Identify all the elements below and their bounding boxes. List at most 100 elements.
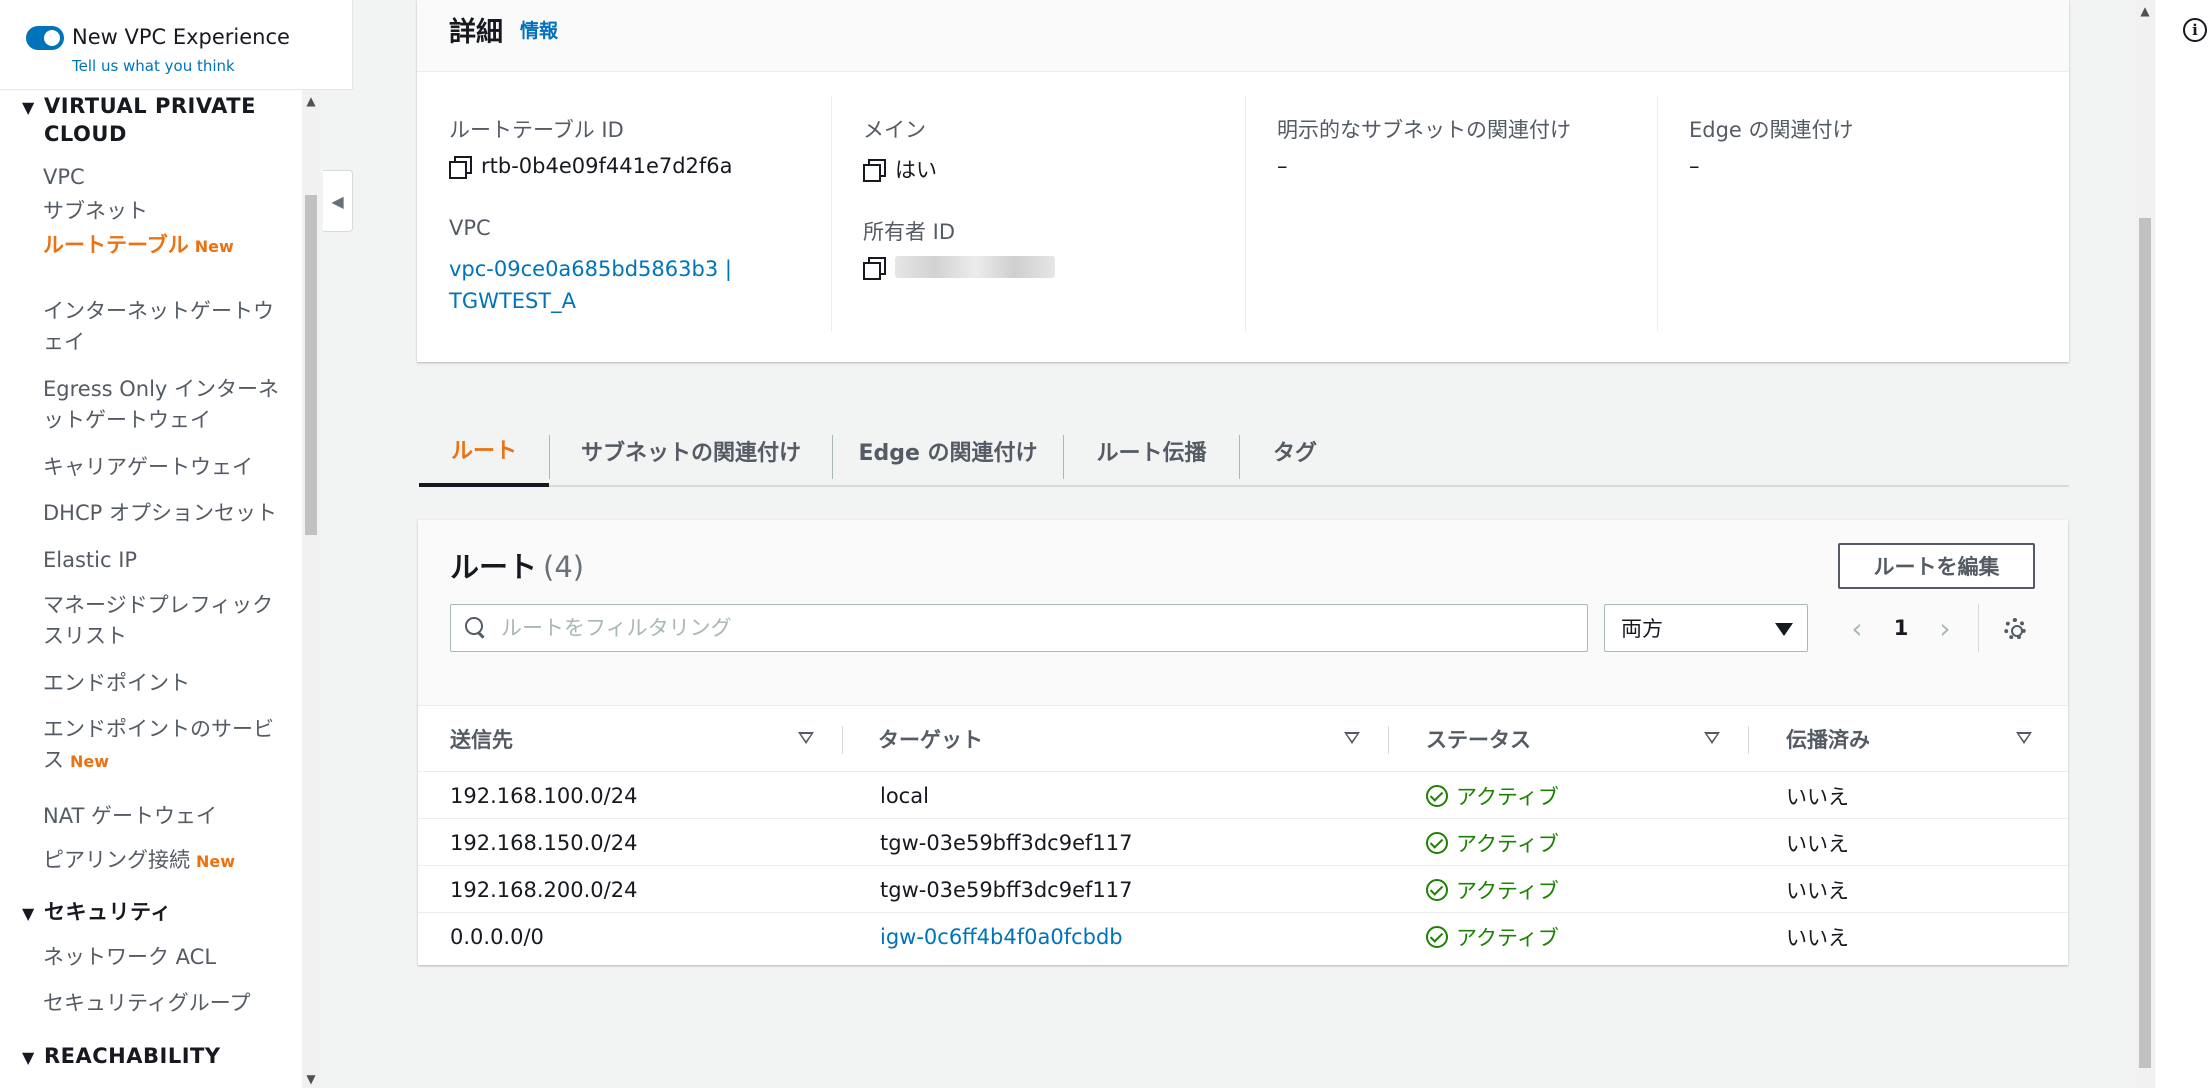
column-divider: [1245, 96, 1246, 331]
nav-item-nat-gateways[interactable]: NAT ゲートウェイ: [43, 801, 298, 832]
nav-item-elastic-ip[interactable]: Elastic IP: [43, 545, 298, 576]
route-status: アクティブ: [1426, 819, 1559, 866]
collapse-sidebar-button[interactable]: ◀: [323, 170, 353, 232]
edge-associations-value: –: [1689, 154, 1700, 178]
scroll-up-arrow-icon[interactable]: ▲: [302, 94, 320, 108]
route-destination: 0.0.0.0/0: [450, 924, 544, 949]
sidebar: New VPC Experience Tell us what you thin…: [0, 0, 353, 1088]
routes-title: ルート (4): [450, 550, 585, 584]
route-target: local: [880, 783, 929, 808]
route-status: アクティブ: [1426, 866, 1559, 913]
vpc-label: VPC: [449, 216, 491, 240]
route-table-id-value: rtb-0b4e09f441e7d2f6a: [449, 154, 733, 179]
pagination-divider: [1978, 604, 1979, 652]
main-label: メイン: [863, 118, 926, 142]
nav-item-endpoints[interactable]: エンドポイント: [43, 668, 298, 699]
routes-count: (4): [543, 550, 585, 584]
sort-icon[interactable]: [798, 732, 814, 744]
tab-tags[interactable]: タグ: [1240, 415, 1350, 487]
column-header-target[interactable]: ターゲット: [878, 706, 983, 772]
route-destination: 192.168.100.0/24: [450, 783, 638, 808]
caret-down-icon: ▼: [22, 904, 35, 923]
route-status: アクティブ: [1426, 772, 1559, 819]
nav-item-dhcp-options[interactable]: DHCP オプションセット: [43, 498, 298, 529]
vpc-link[interactable]: vpc-09ce0a685bd5863b3 | TGWTEST_A: [449, 253, 732, 317]
nav-item-label: ピアリング接続: [43, 848, 190, 872]
route-target: tgw-03e59bff3dc9ef117: [880, 877, 1133, 902]
caret-left-icon: ◀: [331, 191, 344, 211]
route-target-link[interactable]: igw-0c6ff4b4f0a0fcbdb: [880, 913, 1123, 960]
main-scrollbar[interactable]: ▲: [2136, 0, 2154, 1088]
route-filter-input[interactable]: [501, 605, 1581, 651]
explicit-subnet-associations-label: 明示的なサブネットの関連付け: [1277, 118, 1571, 142]
explicit-subnet-associations-value: –: [1277, 154, 1288, 178]
details-header: 詳細 情報: [417, 0, 2069, 72]
column-header-destination[interactable]: 送信先: [450, 706, 513, 772]
caret-down-icon: ▼: [22, 1048, 35, 1067]
copy-icon[interactable]: [863, 159, 886, 182]
edit-routes-button[interactable]: ルートを編集: [1838, 543, 2035, 589]
column-divider: [1388, 726, 1389, 754]
route-filter: [450, 604, 1588, 652]
next-page-button[interactable]: ›: [1930, 606, 1960, 650]
main-scroll-thumb[interactable]: [2139, 218, 2151, 1068]
sidebar-scrollbar[interactable]: ▲ ▼: [302, 90, 320, 1088]
nav-section-vpc[interactable]: ▼ VIRTUAL PRIVATE CLOUD: [22, 92, 292, 148]
nav-item-network-acls[interactable]: ネットワーク ACL: [43, 942, 298, 973]
current-page-number[interactable]: 1: [1886, 606, 1916, 650]
table-row: 0.0.0.0/0 igw-0c6ff4b4f0a0fcbdb アクティブ いい…: [418, 913, 2068, 960]
copy-icon[interactable]: [863, 257, 886, 280]
info-icon[interactable]: i: [2183, 18, 2207, 42]
info-link[interactable]: 情報: [520, 16, 558, 43]
tab-subnet-associations[interactable]: サブネットの関連付け: [550, 415, 832, 487]
route-propagated: いいえ: [1786, 784, 1849, 809]
column-divider: [1657, 96, 1658, 331]
sort-icon[interactable]: [1704, 732, 1720, 744]
copy-icon[interactable]: [449, 156, 472, 179]
tab-edge-associations[interactable]: Edge の関連付け: [833, 415, 1063, 487]
new-badge: New: [194, 237, 234, 256]
scroll-up-arrow-icon[interactable]: ▲: [2136, 4, 2154, 18]
tab-route-propagation[interactable]: ルート伝播: [1064, 415, 1239, 487]
nav-item-vpc[interactable]: VPC: [43, 162, 298, 193]
previous-page-button[interactable]: ‹: [1842, 606, 1872, 650]
check-circle-icon: [1426, 878, 1448, 901]
new-vpc-experience-toggle[interactable]: [26, 26, 64, 50]
scroll-down-arrow-icon[interactable]: ▼: [302, 1072, 320, 1086]
tab-routes[interactable]: ルート: [419, 415, 549, 487]
gear-icon[interactable]: [2004, 618, 2026, 640]
table-header: 送信先 ターゲット ステータス 伝播済み: [418, 706, 2068, 772]
owner-id-value: [863, 256, 1055, 280]
owner-id-label: 所有者 ID: [863, 220, 956, 244]
sidebar-scroll-thumb[interactable]: [305, 195, 317, 535]
nav-item-internet-gateways[interactable]: インターネットゲートウェイ: [43, 296, 293, 358]
check-circle-icon: [1426, 831, 1448, 854]
column-divider: [842, 726, 843, 754]
nav-item-managed-prefix-lists[interactable]: マネージドプレフィックスリスト: [43, 590, 293, 652]
nav-item-carrier-gateways[interactable]: キャリアゲートウェイ: [43, 452, 298, 483]
nav-item-security-groups[interactable]: セキュリティグループ: [43, 988, 298, 1019]
column-header-propagated[interactable]: 伝播済み: [1786, 706, 1870, 772]
route-scope-select[interactable]: 両方: [1604, 604, 1808, 652]
help-panel-rail: [2154, 0, 2211, 1088]
sort-icon[interactable]: [1344, 732, 1360, 744]
nav-item-egress-only-igw[interactable]: Egress Only インターネットゲートウェイ: [43, 374, 298, 436]
table-row: 192.168.200.0/24 tgw-03e59bff3dc9ef117 ア…: [418, 866, 2068, 913]
nav-section-reachability[interactable]: ▼ REACHABILITY: [22, 1042, 221, 1072]
new-badge: New: [70, 752, 110, 771]
route-destination: 192.168.200.0/24: [450, 877, 638, 902]
nav-item-label: ルートテーブル: [43, 233, 189, 257]
nav-item-peering-connections[interactable]: ピアリング接続 New: [43, 845, 298, 877]
nav-section-security[interactable]: ▼ セキュリティ: [22, 898, 172, 928]
column-header-status[interactable]: ステータス: [1426, 706, 1531, 772]
route-status: アクティブ: [1426, 913, 1559, 960]
caret-down-icon: ▼: [22, 98, 35, 117]
details-panel: 詳細 情報 ルートテーブル ID rtb-0b4e09f441e7d2f6a V…: [417, 0, 2069, 362]
feedback-link[interactable]: Tell us what you think: [72, 57, 235, 75]
nav-item-route-tables[interactable]: ルートテーブル New: [43, 230, 298, 262]
new-badge: New: [196, 852, 236, 871]
nav-item-subnets[interactable]: サブネット: [43, 196, 298, 227]
sort-icon[interactable]: [2016, 732, 2032, 744]
nav-item-endpoint-services[interactable]: エンドポイントのサービス New: [43, 714, 293, 777]
details-title: 詳細: [449, 17, 503, 48]
